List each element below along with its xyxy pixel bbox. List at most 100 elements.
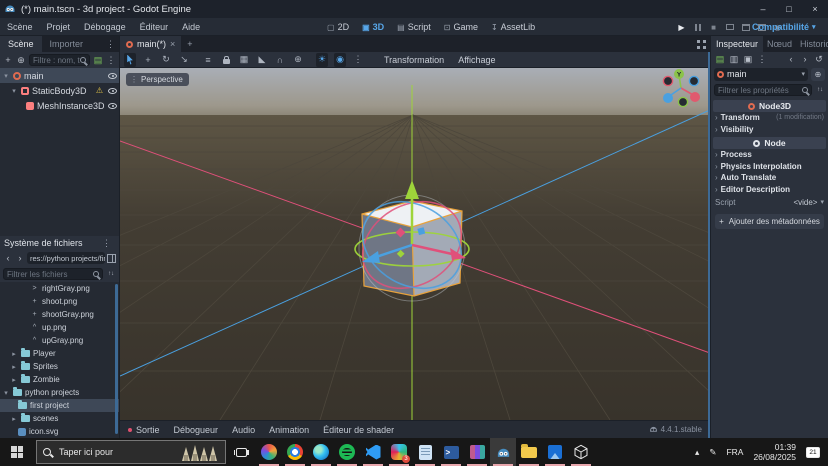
renderer-select[interactable]: Compatibilité ▾ xyxy=(752,20,816,34)
workspace-tab-2d[interactable]: ▢2D xyxy=(322,22,354,32)
play-scene-button[interactable] xyxy=(740,22,751,33)
history-list-button[interactable]: ↺ xyxy=(814,54,824,65)
expander-icon[interactable]: ▾ xyxy=(2,389,10,397)
tab-import[interactable]: Importer xyxy=(42,36,92,52)
local-space-button[interactable]: ⊕ xyxy=(292,53,304,67)
bottom-tab-debugger[interactable]: Débogueur xyxy=(174,425,219,435)
folder-zombie[interactable]: ▸Zombie xyxy=(0,373,119,386)
expander-icon[interactable]: ▾ xyxy=(2,72,10,80)
taskbar-clock[interactable]: 01:39 26/08/2025 xyxy=(753,442,796,462)
load-resource-button[interactable]: ▥ xyxy=(729,54,739,65)
section-visibility[interactable]: › Visibility xyxy=(711,124,828,136)
taskbar-search-input[interactable] xyxy=(57,446,173,458)
close-button[interactable]: × xyxy=(802,0,828,18)
z-positive-ball[interactable] xyxy=(663,93,673,103)
bottom-tab-animation[interactable]: Animation xyxy=(269,425,309,435)
filesystem-filter-input[interactable] xyxy=(7,270,93,279)
tab-history[interactable]: Historique xyxy=(796,36,828,52)
attach-script-button[interactable]: ▤ xyxy=(93,55,103,66)
section-physics-interpolation[interactable]: › Physics Interpolation xyxy=(711,161,828,173)
folder-player[interactable]: ▸Player xyxy=(0,347,119,360)
expand-viewport-icon[interactable] xyxy=(697,40,706,49)
taskbar-app-godot[interactable] xyxy=(490,438,516,466)
expander-icon[interactable]: ▾ xyxy=(10,87,18,95)
perspective-menu[interactable]: ⋮ Perspective xyxy=(126,73,189,86)
remote-debug-button[interactable] xyxy=(724,22,735,33)
section-process[interactable]: › Process xyxy=(711,149,828,161)
z-negative-ball[interactable] xyxy=(689,76,698,85)
script-value[interactable]: <vide> xyxy=(793,198,817,207)
filesystem-menu[interactable]: ⋮ xyxy=(98,238,115,249)
bottom-tab-output[interactable]: Sortie xyxy=(128,425,160,435)
taskbar-app-winrar[interactable] xyxy=(464,438,490,466)
scene-tree-menu[interactable]: ⋮ xyxy=(106,55,116,66)
scene-node-staticbody3d[interactable]: ▾ StaticBody3D ⚠ xyxy=(0,83,119,98)
tab-scene[interactable]: Scène xyxy=(0,36,42,52)
sort-icon[interactable]: ↑↓ xyxy=(106,271,116,277)
taskbar-app-vscode[interactable] xyxy=(360,438,386,466)
lock-button[interactable] xyxy=(220,53,232,67)
task-view-button[interactable] xyxy=(228,438,254,466)
group-button[interactable]: ▦ xyxy=(238,53,250,67)
save-resource-button[interactable]: ▣ xyxy=(743,54,753,65)
new-scene-tab-button[interactable]: + xyxy=(181,39,198,49)
move-tool[interactable]: + xyxy=(142,53,154,67)
taskbar-app-spotify[interactable] xyxy=(334,438,360,466)
warning-icon[interactable]: ⚠ xyxy=(96,86,103,95)
menu-project[interactable]: Projet xyxy=(40,22,78,32)
minimize-button[interactable]: – xyxy=(750,0,776,18)
x-positive-ball[interactable] xyxy=(690,92,700,102)
stop-button[interactable]: ■ xyxy=(708,22,719,33)
resource-menu[interactable]: ⋮ xyxy=(757,54,767,65)
current-path[interactable]: res://python projects/first xyxy=(27,252,105,264)
ruler-button[interactable]: ◣ xyxy=(256,53,268,67)
selectable-list-button[interactable]: ≡ xyxy=(202,53,214,67)
folder-python-projects[interactable]: ▾python projects xyxy=(0,386,119,399)
start-button[interactable] xyxy=(0,438,34,466)
expander-icon[interactable]: ▸ xyxy=(10,350,18,358)
x-negative-ball[interactable] xyxy=(663,76,672,85)
split-mode-icon[interactable] xyxy=(107,254,116,263)
script-property-row[interactable]: Script <vide> ▾ xyxy=(711,195,828,209)
play-button[interactable]: ▶ xyxy=(676,22,687,33)
section-auto-translate[interactable]: › Auto Translate xyxy=(711,172,828,184)
expander-icon[interactable]: ▸ xyxy=(10,376,18,384)
filesystem-scrollbar[interactable] xyxy=(115,284,118,434)
pause-button[interactable] xyxy=(692,22,703,33)
scene-filter[interactable] xyxy=(29,54,90,66)
file-up[interactable]: ^up.png xyxy=(0,321,119,334)
pen-icon[interactable]: ✎ xyxy=(709,447,716,458)
scene-filter-input[interactable] xyxy=(33,56,80,65)
notification-center-button[interactable]: 21 xyxy=(806,447,820,458)
taskbar-app-3d-viewer[interactable] xyxy=(568,438,594,466)
y-negative-ball[interactable] xyxy=(678,97,687,106)
taskbar-app-powershell[interactable]: > xyxy=(438,438,464,466)
history-forward-button[interactable]: › xyxy=(800,54,810,64)
scene-node-main[interactable]: ▾ main xyxy=(0,68,119,83)
preview-options-menu[interactable]: ⋮ xyxy=(352,53,364,67)
property-filter-input[interactable] xyxy=(718,86,802,95)
taskbar-app-with-badge[interactable]: 3 xyxy=(386,438,412,466)
preview-sun-button[interactable]: ☀ xyxy=(316,53,328,67)
taskbar-app-microsoft-365[interactable] xyxy=(256,438,282,466)
menu-help[interactable]: Aide xyxy=(175,22,207,32)
taskbar-app-chrome[interactable] xyxy=(282,438,308,466)
transform-menu[interactable]: Transformation xyxy=(380,55,448,65)
folder-sprites[interactable]: ▸Sprites xyxy=(0,360,119,373)
scene-node-meshinstance3d[interactable]: MeshInstance3D xyxy=(0,98,119,113)
bottom-tab-audio[interactable]: Audio xyxy=(232,425,255,435)
section-editor-description[interactable]: › Editor Description xyxy=(711,184,828,196)
visibility-eye-icon[interactable] xyxy=(108,88,117,94)
extra-resource-button[interactable]: ⊕ xyxy=(811,68,825,81)
tab-inspector[interactable]: Inspecteur xyxy=(711,36,763,52)
workspace-tab-assetlib[interactable]: ↧AssetLib xyxy=(486,22,540,32)
dock-splitter[interactable] xyxy=(708,52,710,438)
maximize-button[interactable]: □ xyxy=(776,0,802,18)
file-rightgray[interactable]: >rightGray.png xyxy=(0,282,119,295)
nav-back-button[interactable]: ‹ xyxy=(3,253,13,263)
close-tab-icon[interactable]: × xyxy=(170,39,175,49)
category-node[interactable]: Node xyxy=(713,137,826,149)
taskbar-app-explorer[interactable] xyxy=(516,438,542,466)
workspace-tab-game[interactable]: ⊡Game xyxy=(439,22,483,32)
add-node-button[interactable]: + xyxy=(3,55,13,65)
